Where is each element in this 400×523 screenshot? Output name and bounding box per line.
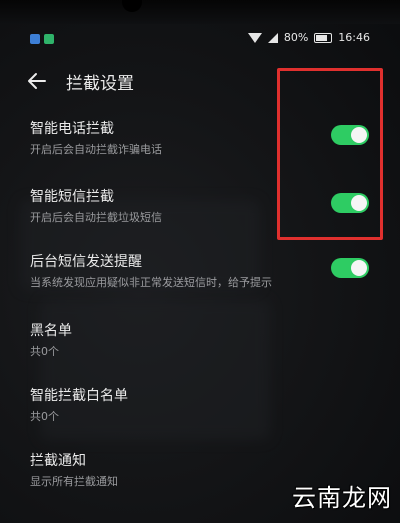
- arrow-left-icon[interactable]: [26, 70, 48, 92]
- setting-blacklist[interactable]: 黑名单 共0个: [30, 322, 375, 359]
- battery-icon: [314, 32, 333, 43]
- setting-subtitle: 共0个: [30, 410, 59, 423]
- watermark-text: 云南龙网: [292, 484, 392, 512]
- page-header: 拦截设置: [26, 68, 134, 94]
- phone-bezel: [0, 0, 400, 24]
- setting-title: 后台短信发送提醒: [30, 254, 142, 270]
- status-bar: 80% 16:46: [0, 30, 400, 50]
- setting-title: 拦截通知: [30, 453, 86, 469]
- gallery-notification-icon: [30, 34, 40, 44]
- phone-screen: 80% 16:46 拦截设置 智能电话拦截 开启后会自动拦截诈骗电话 智能短信拦…: [0, 0, 400, 523]
- wifi-icon: [247, 32, 262, 43]
- setting-subtitle: 共0个: [30, 345, 59, 358]
- setting-title: 智能拦截白名单: [30, 388, 128, 404]
- annotation-highlight-box: [277, 68, 383, 240]
- signal-icon: [267, 32, 278, 43]
- page-title: 拦截设置: [66, 73, 134, 94]
- background-sms-alert-toggle[interactable]: [331, 258, 369, 278]
- setting-subtitle: 当系统发现应用疑似非正常发送短信时，给予提示: [30, 276, 272, 289]
- setting-title: 黑名单: [30, 323, 72, 339]
- setting-whitelist[interactable]: 智能拦截白名单 共0个: [30, 387, 375, 424]
- app-notification-icon: [44, 34, 54, 44]
- battery-percent: 80%: [283, 31, 309, 44]
- setting-background-sms-alert[interactable]: 后台短信发送提醒 当系统发现应用疑似非正常发送短信时，给予提示: [30, 253, 375, 290]
- clock: 16:46: [338, 31, 370, 44]
